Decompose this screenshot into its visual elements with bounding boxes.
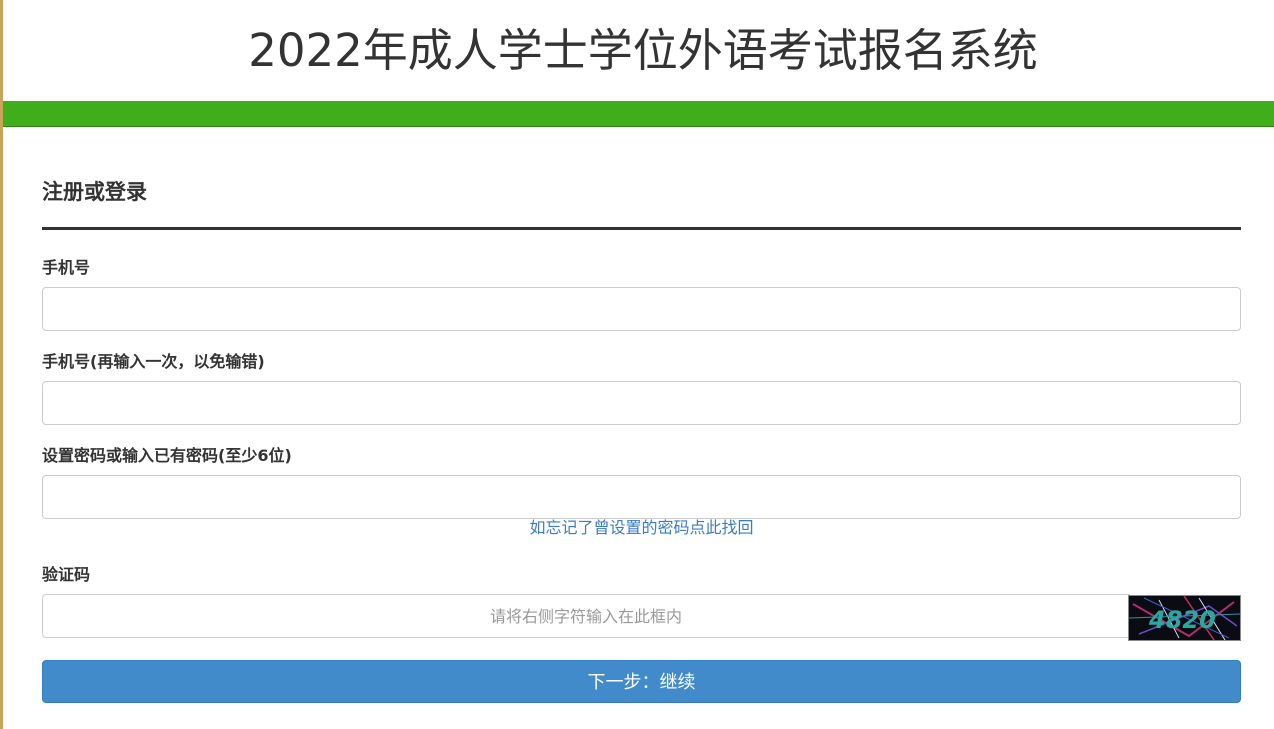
section-title: 注册或登录 bbox=[42, 180, 147, 204]
captcha-image[interactable]: 4820 bbox=[1128, 595, 1241, 641]
header: 2022年成人学士学位外语考试报名系统 bbox=[3, 0, 1274, 101]
page: 2022年成人学士学位外语考试报名系统 注册或登录 手机号 手机号(再输入一次，… bbox=[0, 0, 1274, 729]
phone-label: 手机号 bbox=[42, 258, 91, 277]
section-divider bbox=[42, 227, 1241, 230]
forgot-password-link[interactable]: 如忘记了曾设置的密码点此找回 bbox=[42, 517, 1241, 539]
phone-input[interactable] bbox=[42, 287, 1241, 331]
captcha-label: 验证码 bbox=[42, 565, 91, 584]
captcha-input[interactable] bbox=[42, 594, 1130, 638]
site-title: 2022年成人学士学位外语考试报名系统 bbox=[248, 24, 1038, 77]
captcha-characters: 4820 bbox=[1148, 606, 1216, 634]
header-accent-bar bbox=[3, 101, 1274, 127]
password-label: 设置密码或输入已有密码(至少6位) bbox=[42, 446, 292, 465]
password-input[interactable] bbox=[42, 475, 1241, 519]
phone-confirm-label: 手机号(再输入一次，以免输错) bbox=[42, 352, 265, 371]
phone-confirm-input[interactable] bbox=[42, 381, 1241, 425]
next-step-button[interactable]: 下一步：继续 bbox=[42, 660, 1241, 703]
captcha-image-graphic: 4820 bbox=[1129, 596, 1240, 640]
